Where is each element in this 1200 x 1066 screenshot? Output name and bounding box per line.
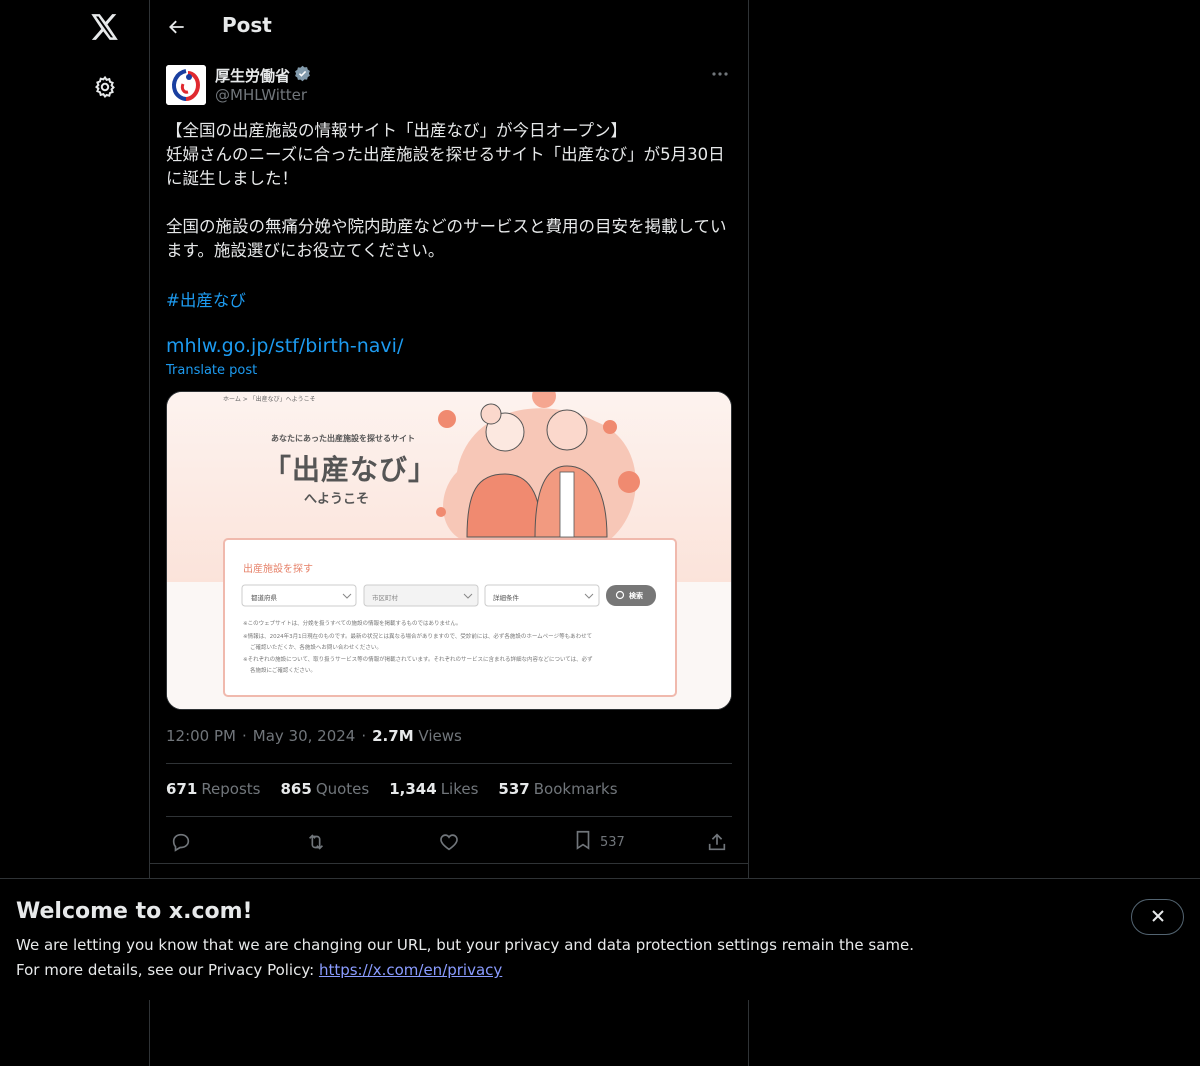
banner-policy-prefix: For more details, see our Privacy Policy… — [16, 961, 319, 979]
page-title: Post — [222, 13, 272, 37]
reposts-stat[interactable]: 671 Reposts — [166, 780, 261, 798]
media-tagline: あなたにあった出産施設を探せるサイト — [271, 434, 415, 443]
share-icon[interactable] — [706, 830, 728, 854]
reposts-label: Reposts — [201, 780, 261, 798]
meta-separator: · — [241, 727, 247, 745]
repost-icon[interactable] — [304, 830, 328, 854]
verified-badge-icon — [294, 65, 311, 86]
back-arrow-icon[interactable] — [164, 14, 190, 40]
media-search-title: 出産施設を探す — [243, 564, 313, 575]
x-logo-icon[interactable] — [88, 10, 122, 44]
post-time[interactable]: 12:00 PM — [166, 727, 236, 745]
bookmark-button[interactable]: 537 — [572, 830, 625, 854]
media-breadcrumb: ホーム > 「出産なび」へようこそ — [223, 396, 316, 403]
author-name[interactable]: 厚生労働省 — [215, 65, 290, 86]
avatar[interactable] — [166, 65, 206, 105]
media-site-name: 「出産なび」 — [263, 453, 438, 486]
quotes-stat[interactable]: 865 Quotes — [281, 780, 370, 798]
post-author: 厚生労働省 @MHLWitter — [166, 64, 732, 108]
translate-post-link[interactable]: Translate post — [166, 363, 257, 378]
bookmark-icon — [572, 829, 594, 855]
media-note-3: ※それぞれの施設について、取り扱うサービス等の情報が掲載されています。それぞれの… — [243, 657, 593, 663]
header: Post — [150, 0, 748, 54]
likes-stat[interactable]: 1,344 Likes — [389, 780, 478, 798]
author-name-row: 厚生労働省 — [215, 65, 311, 86]
author-handle[interactable]: @MHLWitter — [215, 86, 307, 104]
views-count: 2.7M — [372, 727, 414, 745]
media-search-button: 検索 — [629, 592, 643, 600]
views-label: Views — [418, 727, 462, 745]
post-date[interactable]: May 30, 2024 — [253, 727, 356, 745]
external-link[interactable]: mhlw.go.jp/stf/birth-navi/ — [166, 335, 403, 357]
more-options-icon[interactable] — [708, 64, 732, 84]
media-select-prefecture: 都道府県 — [251, 594, 277, 602]
media-select-detail: 詳細条件 — [493, 594, 519, 602]
banner-title: Welcome to x.com! — [16, 899, 253, 924]
hashtag-link[interactable]: #出産なび — [166, 287, 246, 311]
post-image[interactable]: ホーム > 「出産なび」へようこそ あなたにあった出産施設を探せるサイト 「出産… — [166, 391, 732, 710]
quotes-label: Quotes — [315, 780, 370, 798]
bookmarks-count: 537 — [498, 780, 530, 798]
media-welcome: へようこそ — [304, 492, 370, 507]
bookmark-count: 537 — [600, 834, 625, 850]
likes-count: 1,344 — [389, 780, 437, 798]
banner-policy-line: For more details, see our Privacy Policy… — [16, 961, 502, 979]
likes-label: Likes — [440, 780, 479, 798]
welcome-banner: Welcome to x.com! We are letting you kno… — [0, 878, 1200, 1000]
media-select-city: 市区町村 — [372, 594, 398, 602]
gear-icon[interactable] — [91, 73, 119, 101]
close-icon — [1151, 908, 1165, 927]
privacy-policy-link[interactable]: https://x.com/en/privacy — [319, 961, 502, 979]
media-note-1: ※このウェブサイトは、分娩を扱うすべての施設の情報を掲載するものではありません。 — [243, 621, 462, 627]
banner-text: We are letting you know that we are chan… — [16, 936, 915, 954]
close-button[interactable] — [1131, 899, 1184, 935]
quotes-count: 865 — [280, 780, 312, 798]
post-meta: 12:00 PM · May 30, 2024 · 2.7M Views — [166, 727, 462, 745]
post-text: 【全国の出産施設の情報サイト「出産なび」が今日オープン】 妊婦さんのニーズに合っ… — [166, 119, 736, 263]
divider — [166, 763, 732, 764]
media-note-3b: 各施設にご確認ください。 — [250, 668, 316, 674]
divider — [166, 816, 732, 817]
post-text-body: 【全国の出産施設の情報サイト「出産なび」が今日オープン】 妊婦さんのニーズに合っ… — [166, 121, 727, 260]
reply-icon[interactable] — [170, 830, 192, 854]
meta-separator: · — [361, 727, 367, 745]
like-icon[interactable] — [438, 830, 460, 854]
bookmarks-stat[interactable]: 537 Bookmarks — [498, 780, 617, 798]
bookmarks-label: Bookmarks — [533, 780, 618, 798]
media-note-2: ※情報は、2024年3月1日現在のものです。最新の状況とは異なる場合がありますの… — [243, 634, 593, 640]
post-actions: 537 — [166, 826, 732, 858]
post-stats: 671 Reposts 865 Quotes 1,344 Likes 537 Bookm… — [166, 780, 618, 798]
reposts-count: 671 — [166, 780, 198, 798]
views-count-wrap: 2.7M Views — [372, 727, 462, 745]
divider — [150, 863, 748, 864]
media-note-2b: ご確認いただくか、各施設へお問い合わせください。 — [250, 645, 382, 651]
